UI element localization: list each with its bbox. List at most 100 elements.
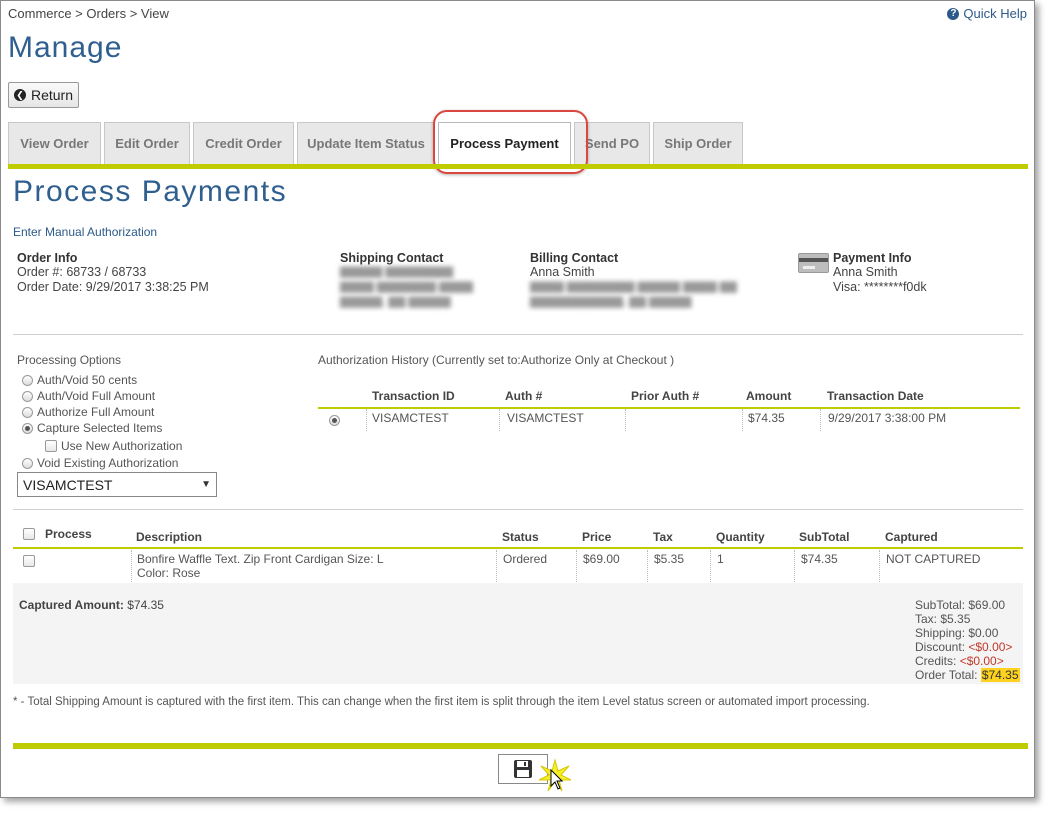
option-label: Auth/Void Full Amount (37, 389, 156, 403)
option-auth-void-50[interactable]: Auth/Void 50 cents (22, 372, 182, 388)
totals-subtotal: SubTotal: $69.00 (915, 598, 1006, 612)
option-label: Use New Authorization (61, 439, 183, 453)
return-button[interactable]: ❮ Return (8, 82, 79, 108)
section-title: Process Payments (13, 175, 288, 208)
divider (794, 550, 795, 582)
divider (13, 509, 1023, 510)
footer-bar (13, 743, 1028, 749)
app-window: Commerce > Orders > View ? Quick Help Ma… (0, 0, 1035, 798)
credits-value: <$0.00> (959, 654, 1004, 668)
col-auth: Auth # (505, 389, 543, 403)
option-label: Capture Selected Items (37, 421, 163, 435)
totals-credits: Credits: <$0.00> (915, 654, 1020, 668)
cell-price: $69.00 (583, 552, 620, 566)
tab-edit-order[interactable]: Edit Order (104, 122, 190, 164)
credits-label: Credits: (915, 654, 957, 668)
order-total-value: $74.35 (980, 668, 1020, 682)
select-all-checkbox[interactable] (23, 528, 35, 540)
radio-button-checked[interactable] (22, 422, 33, 434)
col-description: Description (136, 530, 203, 544)
order-date: Order Date: 9/29/2017 3:38:25 PM (17, 280, 209, 294)
dropdown-arrow-icon: ▼ (201, 479, 211, 490)
auth-history-header: Transaction ID Auth # Prior Auth # Amoun… (318, 387, 1020, 409)
payment-info-heading: Payment Info (833, 251, 912, 265)
col-prior-auth: Prior Auth # (631, 389, 700, 403)
divider (710, 550, 711, 582)
col-tax: Tax (653, 530, 673, 544)
table-row[interactable]: Bonfire Waffle Text. Zip Front Cardigan … (13, 550, 1023, 582)
tab-label: Ship Order (664, 136, 732, 151)
divider (647, 550, 648, 582)
payment-card: Visa: ********f0dk (833, 280, 927, 294)
totals-discount: Discount: <$0.00> (915, 640, 1020, 654)
totals-shipping: Shipping: $0.00 (915, 626, 999, 640)
tab-label: Send PO (584, 136, 640, 151)
order-info-heading: Order Info (17, 251, 78, 265)
radio-button[interactable] (22, 406, 33, 418)
chevron-left-circle-icon: ❮ (13, 89, 26, 101)
quick-help-link[interactable]: ? Quick Help (947, 6, 1027, 21)
item-checkbox[interactable] (23, 555, 35, 567)
credit-card-icon (798, 253, 829, 273)
option-authorize-full[interactable]: Authorize Full Amount (22, 404, 182, 420)
payment-info: Payment Info Anna Smith Visa: ********f0… (833, 251, 927, 295)
shipping-footnote: * - Total Shipping Amount is captured wi… (13, 696, 870, 708)
auth-history-heading: Authorization History (Currently set to:… (318, 353, 675, 367)
table-row[interactable]: VISAMCTEST VISAMCTEST $74.35 9/29/2017 3… (318, 409, 1020, 431)
tab-ship-order[interactable]: Ship Order (653, 122, 743, 164)
tab-credit-order[interactable]: Credit Order (193, 122, 294, 164)
tab-label: Update Item Status (307, 136, 425, 151)
redacted-text: ▇▇▇▇ ▇▇▇▇▇▇▇▇ ▇▇▇▇▇ ▇▇▇▇ ▇▇ (530, 281, 737, 293)
option-void-existing[interactable]: Void Existing Authorization (22, 455, 182, 471)
col-transaction-date: Transaction Date (827, 389, 924, 403)
cell-captured: NOT CAPTURED (886, 552, 981, 566)
question-circle-icon: ? (947, 7, 960, 20)
cell-tax: $5.35 (654, 552, 685, 566)
redacted-text: ▇▇▇▇▇▇▇▇▇▇▇, ▇▇ ▇▇▇▇▇ (530, 296, 692, 308)
tab-label: View Order (20, 136, 89, 151)
summary-panel: Captured Amount: $74.35 SubTotal: $69.00… (13, 583, 1023, 684)
totals-tax: Tax: $5.35 (915, 612, 971, 626)
items-header: Process Description Status Price Tax Qua… (13, 525, 1023, 549)
divider (625, 409, 626, 431)
radio-button[interactable] (22, 390, 33, 402)
tab-label: Edit Order (115, 136, 179, 151)
shipping-contact: Shipping Contact ▇▇▇▇▇ ▇▇▇▇▇▇▇▇ ▇▇▇▇ ▇▇▇… (340, 251, 473, 310)
radio-button[interactable] (22, 457, 33, 469)
billing-name: Anna Smith (530, 265, 595, 279)
radio-button-checked[interactable] (329, 415, 340, 426)
divider (879, 550, 880, 582)
col-captured: Captured (885, 530, 938, 544)
option-label: Authorize Full Amount (37, 405, 155, 419)
col-subtotal: SubTotal (799, 530, 850, 544)
order-totals: SubTotal: $69.00 Tax: $5.35 Shipping: $0… (915, 598, 1020, 682)
enter-manual-authorization-link[interactable]: Enter Manual Authorization (13, 225, 157, 239)
col-price: Price (582, 530, 612, 544)
floppy-disk-icon (514, 760, 532, 778)
redacted-text: ▇▇▇▇ ▇▇▇▇▇▇▇ ▇▇▇▇ (340, 281, 474, 293)
tab-view-order[interactable]: View Order (8, 122, 101, 164)
col-amount: Amount (746, 389, 792, 403)
order-total-label: Order Total: (915, 668, 978, 682)
option-label: Auth/Void 50 cents (37, 373, 138, 387)
col-quantity: Quantity (716, 530, 765, 544)
authorization-select[interactable]: VISAMCTEST ▼ (17, 472, 217, 497)
discount-label: Discount: (915, 640, 966, 654)
captured-amount-label: Captured Amount: (19, 598, 124, 612)
radio-button[interactable] (22, 374, 33, 386)
checkbox[interactable] (45, 440, 57, 452)
col-process: Process (45, 527, 92, 541)
option-capture-selected[interactable]: Capture Selected Items (22, 420, 182, 436)
billing-contact: Billing Contact Anna Smith ▇▇▇▇ ▇▇▇▇▇▇▇▇… (530, 251, 737, 310)
shipping-contact-heading: Shipping Contact (340, 251, 444, 265)
cell-quantity: 1 (717, 552, 724, 566)
mouse-cursor-icon (550, 769, 564, 790)
return-label: Return (30, 87, 74, 103)
cell-subtotal: $74.35 (801, 552, 838, 566)
tab-update-item-status[interactable]: Update Item Status (297, 122, 435, 164)
quick-help-label: Quick Help (963, 6, 1027, 21)
option-use-new-auth[interactable]: Use New Authorization (22, 438, 182, 454)
divider (742, 409, 743, 431)
option-auth-void-full[interactable]: Auth/Void Full Amount (22, 388, 182, 404)
order-number: Order #: 68733 / 68733 (17, 265, 147, 279)
